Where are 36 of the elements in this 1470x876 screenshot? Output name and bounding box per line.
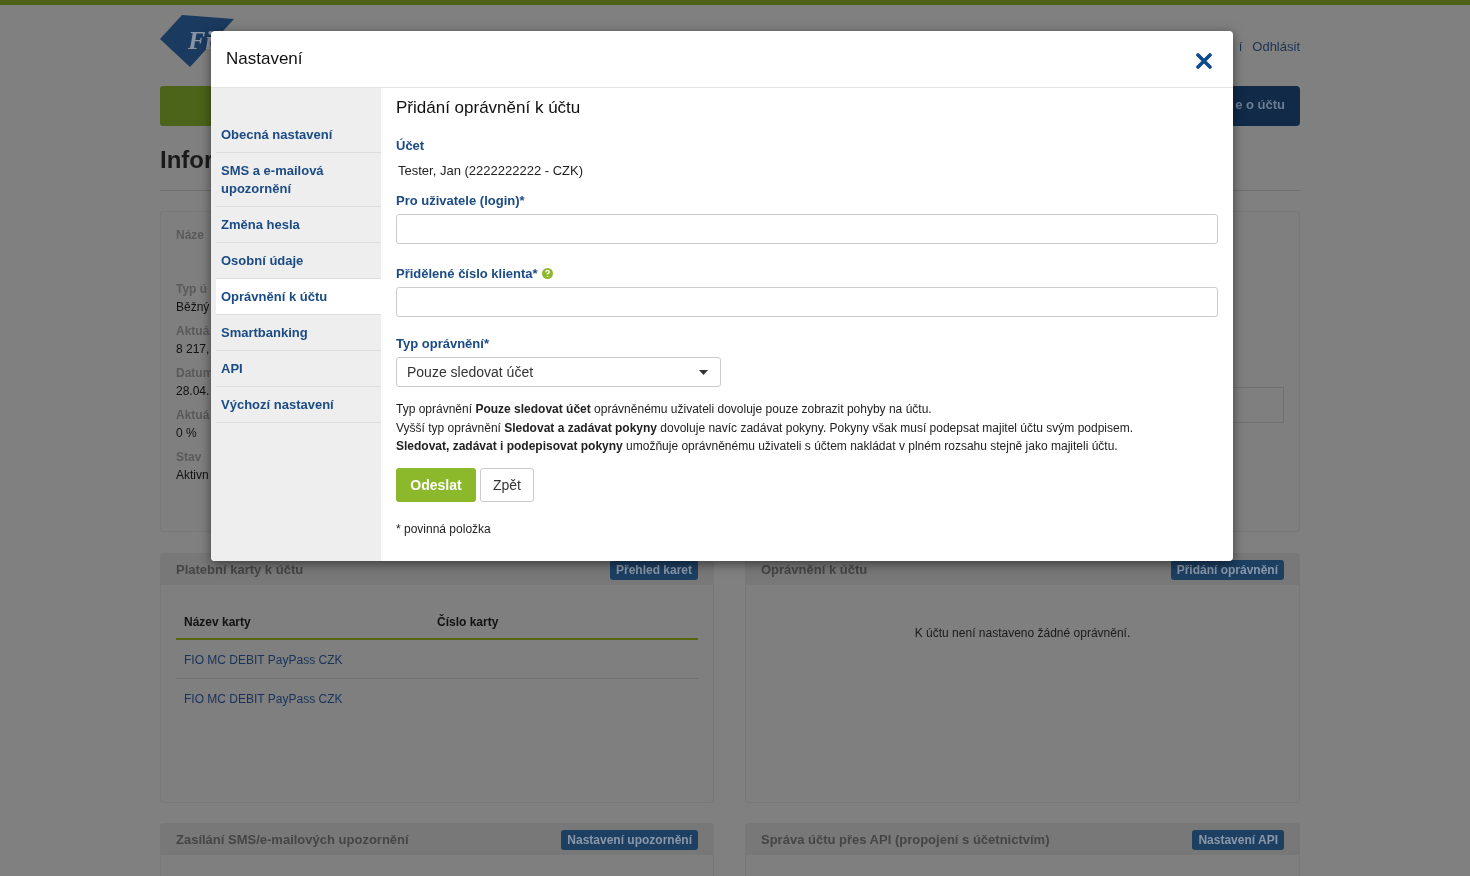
form-heading: Přidání oprávnění k účtu	[396, 98, 582, 118]
panel-button[interactable]: Přehled karet	[609, 559, 698, 580]
input-field[interactable]	[396, 287, 1218, 317]
empty-message: K účtu není nastaveno žádné oprávnění.	[913, 626, 1132, 640]
field-label: Typ oprávnění*	[396, 336, 489, 351]
column-header: Číslo karty	[437, 615, 500, 629]
field-value: Aktivn	[176, 468, 210, 482]
description-text: Sledovat, zadávat i podepisovat pokyny umožňuje oprávněnému uživateli s účtem nakládat v plném rozsahu stejně jako majiteli účtu.	[396, 438, 1119, 455]
sidebar-item[interactable]: Smartbanking	[216, 315, 381, 351]
required-note: * povinná položka	[396, 521, 492, 536]
panel-button[interactable]: Nastavení upozornění	[561, 829, 698, 850]
back-button[interactable]: Zpět	[480, 467, 534, 502]
sidebar-item[interactable]: Změna hesla	[216, 207, 381, 243]
description-text: Typ oprávnění Pouze sledovat účet oprávněnému uživateli dovoluje pouze zobrazit pohyby na účtu.	[396, 401, 933, 418]
field-label: Účet	[396, 138, 425, 153]
close-icon[interactable]	[1196, 53, 1212, 69]
sidebar-item[interactable]: Obecná nastavení	[216, 117, 381, 153]
permission-dropdown[interactable]: Pouze sledovat účet	[396, 357, 721, 387]
field-value: 28.04.	[176, 384, 210, 398]
help-icon[interactable]	[541, 268, 553, 279]
sidebar-item[interactable]: Výchozí nastavení	[216, 387, 381, 423]
sidebar-item[interactable]: Oprávnění k účtu	[216, 279, 381, 315]
account-value: Tester, Jan (2222222222 - CZK)	[398, 163, 584, 178]
field-label: Přidělené číslo klienta*	[396, 266, 538, 281]
dialog-title: Nastavení	[226, 49, 303, 69]
sidebar-item[interactable]: API	[216, 351, 381, 387]
description-text: Vyšší typ oprávnění Sledovat a zadávat pokyny dovoluje navíc zadávat pokyny. Pokyny však musí podepsat majitel účtu svým podpisem.	[396, 419, 1135, 437]
field-value: 0 %	[176, 426, 198, 440]
input-field[interactable]	[396, 214, 1218, 244]
panel-button[interactable]: Nastavení API	[1192, 829, 1284, 850]
sidebar-item[interactable]: SMS a e-mailová upozornění	[216, 153, 381, 207]
field-label: Pro uživatele (login)*	[396, 193, 525, 208]
column-header: Název karty	[184, 615, 252, 629]
page-heading: Infor	[160, 146, 214, 175]
panel-button[interactable]: Přidání oprávnění	[1170, 559, 1284, 580]
caret-icon	[699, 369, 708, 375]
